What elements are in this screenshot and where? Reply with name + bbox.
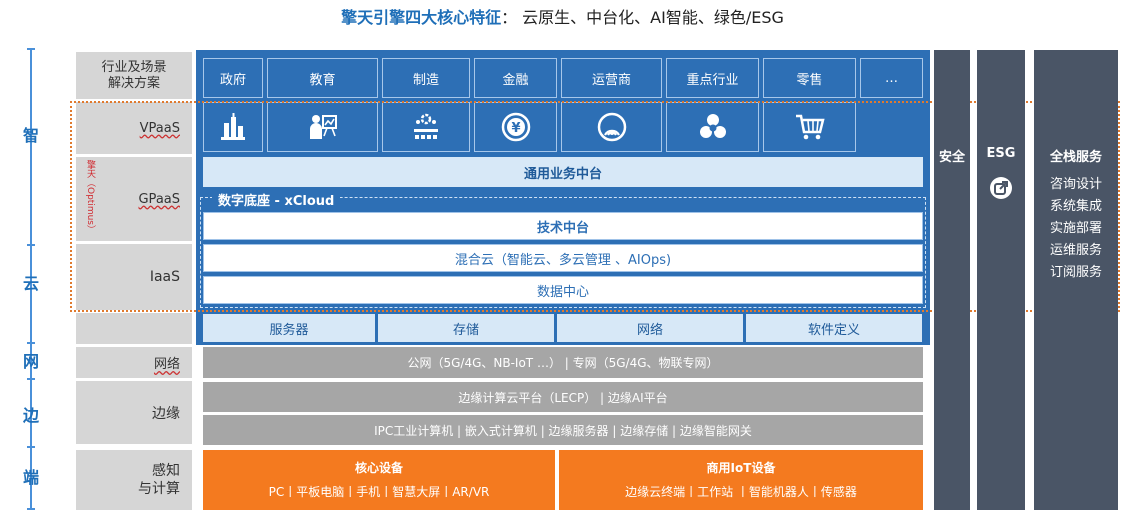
edge-hardware-row: IPC工业计算机 | 嵌入式计算机 | 边缘服务器 | 边缘存储 | 边缘智能网… (203, 415, 923, 445)
industry-1: 政府 (203, 58, 263, 98)
esg-column: ESG (977, 50, 1025, 510)
service-item: 订阅服务 (1049, 265, 1102, 280)
security-label: 安全 (938, 150, 965, 165)
edge-platform-row: 边缘计算云平台（LECP） | 边缘AI平台 (203, 382, 923, 412)
iot-devices-items: 边缘云终端丨工作站 丨智能机器人丨传感器 (625, 484, 857, 499)
fullstack-column: 全栈服务 咨询设计系统集成实施部署运维服务订阅服务 (1034, 50, 1118, 510)
core-devices-box: 核心设备 PC丨平板电脑丨手机丨智慧大屏丨AR/VR (203, 450, 555, 510)
industry-5: 运营商 (561, 58, 662, 98)
security-column: 安全 (934, 50, 970, 510)
industry-7: 零售 (763, 58, 856, 98)
infra-4: 软件定义 (746, 314, 922, 342)
core-devices-title: 核心设备 (354, 460, 403, 475)
industry-6: 重点行业 (666, 58, 759, 98)
label-edge: 边缘 (76, 381, 192, 444)
service-list: 咨询设计系统集成实施部署运维服务订阅服务 (1034, 174, 1118, 284)
external-link-icon (989, 176, 1013, 200)
label-sense-compute: 感知 与计算 (76, 450, 192, 510)
industry-3: 制造 (382, 58, 470, 98)
iot-devices-title: 商用IoT设备 (706, 460, 776, 475)
title-highlight: 擎天引擎四大核心特征 (341, 8, 502, 27)
axis-label-bian: 边 (22, 406, 39, 425)
label-blank (76, 313, 192, 344)
network-row: 公网（5G/4G、NB-IoT …） | 专网（5G/4G、物联专网） (203, 347, 923, 378)
service-item: 运维服务 (1049, 243, 1102, 258)
axis-label-zhi: 智 (22, 126, 39, 145)
service-item: 实施部署 (1049, 221, 1102, 236)
axis-label-duan: 端 (22, 468, 39, 487)
infra-3: 网络 (557, 314, 743, 342)
axis-label-wang: 网 (22, 352, 39, 371)
industry-2: 教育 (267, 58, 378, 98)
industry-4: 金融 (474, 58, 557, 98)
iot-devices-box: 商用IoT设备 边缘云终端丨工作站 丨智能机器人丨传感器 (559, 450, 923, 510)
service-item: 咨询设计 (1049, 177, 1102, 192)
label-industry-solutions: 行业及场景 解决方案 (76, 52, 192, 99)
core-devices-items: PC丨平板电脑丨手机丨智慧大屏丨AR/VR (268, 484, 490, 499)
fullstack-label: 全栈服务 (1049, 150, 1102, 165)
title-rest: ： 云原生、中台化、AI智能、绿色/ESG (501, 8, 784, 27)
infra-1: 服务器 (203, 314, 375, 342)
industry-8: … (860, 58, 923, 98)
label-network: 网络 (76, 347, 192, 378)
axis-label-yun: 云 (22, 274, 39, 293)
service-item: 系统集成 (1049, 199, 1102, 214)
page-title: 擎天引擎四大核心特征 ： 云原生、中台化、AI智能、绿色/ESG (0, 4, 1125, 28)
infra-2: 存储 (378, 314, 554, 342)
esg-label: ESG (986, 146, 1016, 161)
